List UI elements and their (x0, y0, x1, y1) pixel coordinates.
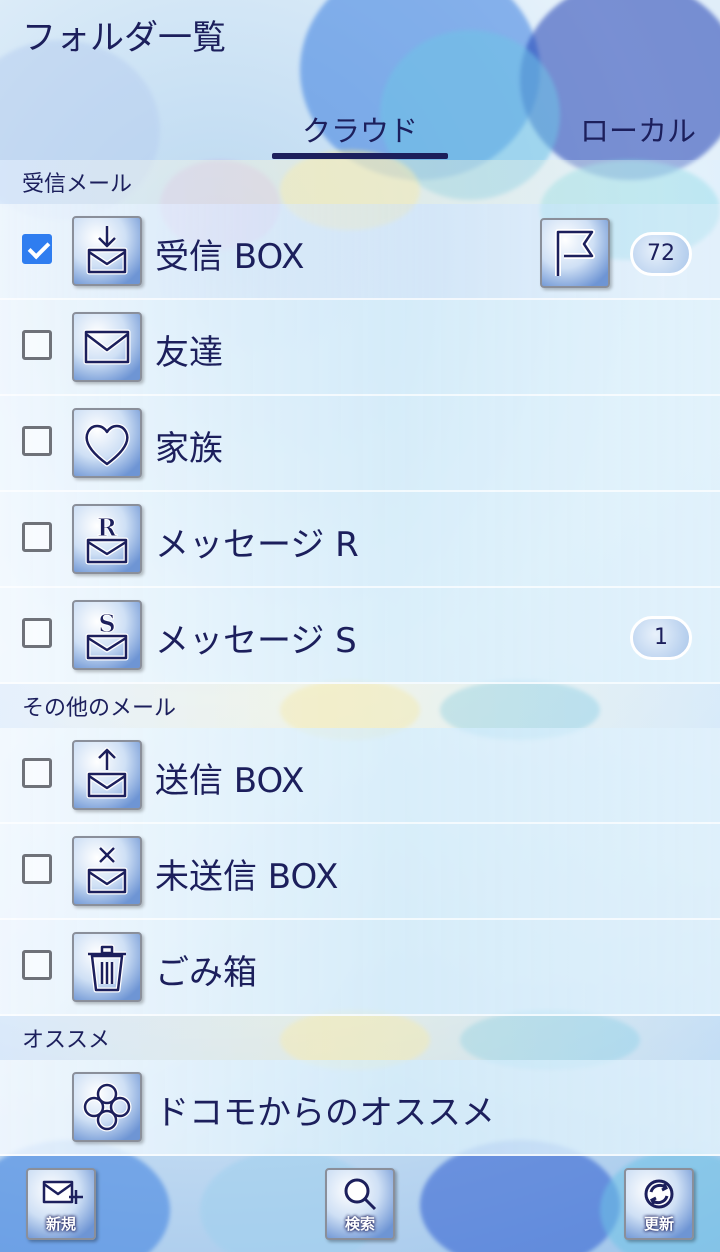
folder-row-friends[interactable]: 友達 (0, 300, 720, 396)
section-header-inbox: 受信メール (0, 160, 720, 204)
section-header-recommend: オススメ (0, 1016, 720, 1060)
folder-label: 友達 (155, 333, 223, 373)
section-title: オススメ (22, 1028, 111, 1053)
new-mail-icon (42, 1180, 83, 1204)
header: フォルダ一覧 クラウド ローカル (0, 0, 720, 160)
unread-count-badge: 1 (630, 616, 692, 660)
folder-checkbox[interactable] (22, 522, 52, 552)
svg-text:R: R (97, 513, 118, 542)
svg-text:S: S (98, 609, 115, 638)
unread-count-badge: 72 (630, 232, 692, 276)
search-button[interactable]: 検索 (325, 1168, 395, 1240)
folder-label: 家族 (155, 429, 223, 469)
folder-label: メッセージ R (155, 525, 359, 565)
inbox-download-icon (72, 216, 142, 286)
folder-checkbox[interactable] (22, 618, 52, 648)
folder-checkbox[interactable] (22, 950, 52, 980)
folder-label: 受信 BOX (155, 237, 305, 277)
refresh-label: 更新 (643, 1215, 674, 1233)
folder-row-outbox[interactable]: 送信 BOX (0, 728, 720, 824)
folder-row-docomo-recommend[interactable]: ドコモからのオススメ (0, 1060, 720, 1156)
folder-label: ドコモからのオススメ (155, 1093, 495, 1133)
section-title: 受信メール (22, 172, 133, 197)
section-title: その他のメール (22, 696, 177, 721)
folder-row-inbox[interactable]: 受信 BOX 72 (0, 204, 720, 300)
folder-row-unsent[interactable]: 未送信 BOX (0, 824, 720, 920)
folder-checkbox[interactable] (22, 426, 52, 456)
folder-checkbox[interactable] (22, 234, 52, 264)
refresh-button[interactable]: 更新 (624, 1168, 694, 1240)
folder-label: 送信 BOX (155, 761, 305, 801)
folder-checkbox[interactable] (22, 330, 52, 360)
heart-icon (72, 408, 142, 478)
folder-row-family[interactable]: 家族 (0, 396, 720, 492)
new-mail-button[interactable]: 新規 (26, 1168, 96, 1240)
tab-local[interactable]: ローカル (580, 108, 696, 150)
envelope-icon (72, 312, 142, 382)
active-tab-indicator (272, 153, 448, 159)
folder-label: 未送信 BOX (155, 857, 339, 897)
search-label: 検索 (344, 1215, 375, 1233)
flag-button[interactable] (540, 218, 610, 288)
search-icon (344, 1178, 377, 1211)
folder-row-message-s[interactable]: S メッセージ S 1 (0, 588, 720, 684)
new-mail-label: 新規 (45, 1215, 76, 1233)
tab-cloud[interactable]: クラウド (272, 108, 448, 150)
folder-checkbox[interactable] (22, 758, 52, 788)
outbox-upload-icon (72, 740, 142, 810)
message-r-icon: R (72, 504, 142, 574)
folder-row-trash[interactable]: ごみ箱 (0, 920, 720, 1016)
folder-label: ごみ箱 (155, 953, 257, 993)
section-header-other: その他のメール (0, 684, 720, 728)
folder-row-message-r[interactable]: R メッセージ R (0, 492, 720, 588)
bottom-toolbar: 新規 検索 更新 (0, 1158, 720, 1252)
page-title: フォルダ一覧 (22, 18, 226, 58)
folder-label: メッセージ S (155, 621, 357, 661)
clover-icon (72, 1072, 142, 1142)
folder-checkbox[interactable] (22, 854, 52, 884)
message-s-icon: S (72, 600, 142, 670)
trash-icon (72, 932, 142, 1002)
unsent-x-icon (72, 836, 142, 906)
refresh-icon (644, 1179, 674, 1209)
